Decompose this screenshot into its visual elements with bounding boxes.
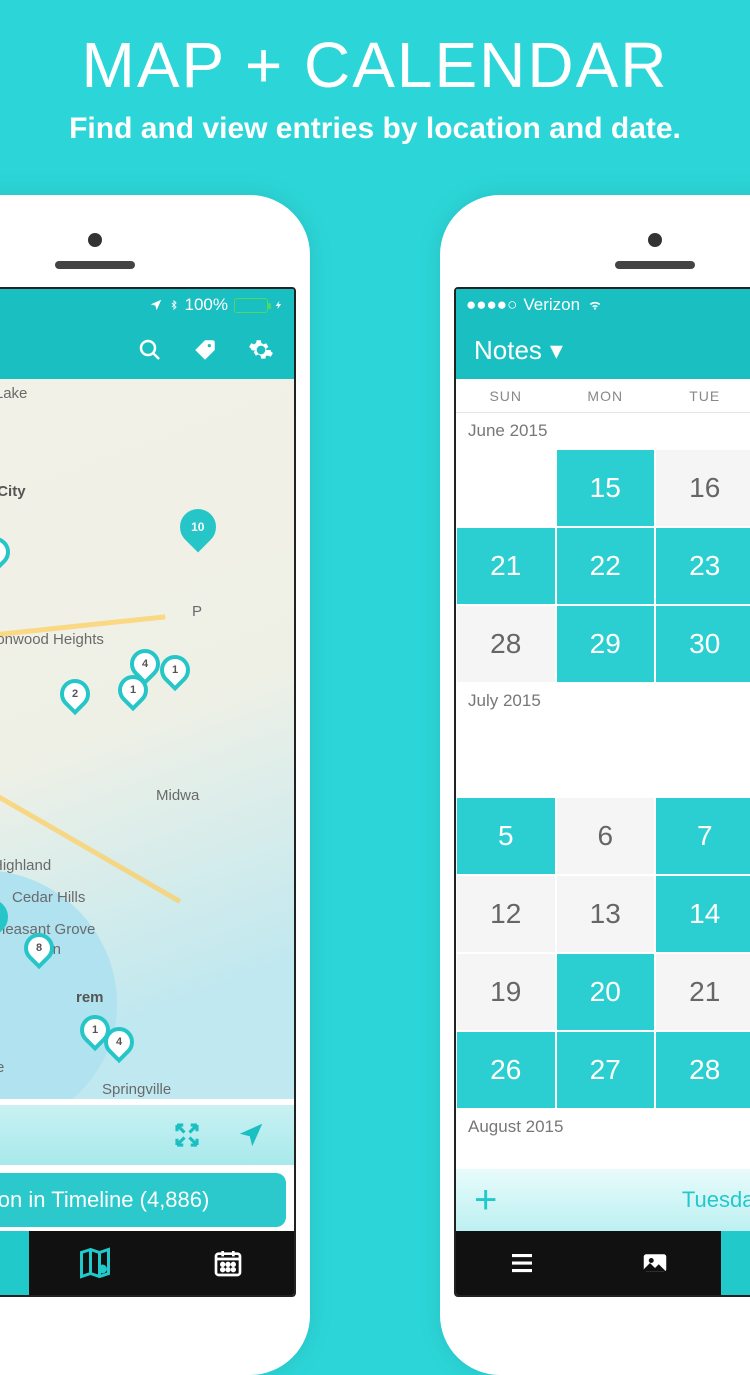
tab-calendar[interactable] xyxy=(161,1231,294,1295)
battery-percent: 100% xyxy=(185,295,228,315)
view-region-timeline-button[interactable]: gion in Timeline (4,886) xyxy=(0,1173,286,1227)
tab-map[interactable] xyxy=(29,1231,162,1295)
calendar-day[interactable]: 20 xyxy=(556,953,656,1031)
calendar-day xyxy=(655,719,750,797)
calendar-day[interactable]: 6 xyxy=(556,797,656,875)
calendar-day[interactable]: 27 xyxy=(556,1031,656,1109)
location-arrow-icon xyxy=(149,298,163,312)
gear-icon[interactable] xyxy=(248,337,274,363)
tab-list[interactable] xyxy=(456,1231,589,1295)
timeline-button-label: gion in Timeline (4,886) xyxy=(0,1187,209,1213)
calendar-day[interactable]: 28 xyxy=(655,1031,750,1109)
weekday-label: SUN xyxy=(456,388,556,404)
phone-mockup-calendar: ●●●●○ Verizon 12:05 PM Notes ▾ SUNMONTUE… xyxy=(440,195,750,1375)
journal-name: Notes xyxy=(474,335,542,366)
calendar-day[interactable]: 30 xyxy=(655,605,750,683)
chevron-down-icon: ▾ xyxy=(550,335,563,366)
screen-calendar: ●●●●○ Verizon 12:05 PM Notes ▾ SUNMONTUE… xyxy=(454,287,750,1297)
screen-map: 2:48 PM 100% North Salt Lakeake CitySalt… xyxy=(0,287,296,1297)
expand-icon[interactable] xyxy=(172,1120,202,1150)
calendar-day[interactable]: 19 xyxy=(456,953,556,1031)
weekday-header: SUNMONTUEWED xyxy=(456,379,750,413)
nav-bar xyxy=(0,321,294,379)
calendar-day xyxy=(556,719,656,797)
calendar-day[interactable]: 15 xyxy=(556,449,656,527)
calendar-footer: + Tuesday, Jan. 2 xyxy=(456,1169,750,1231)
month-label: June 2015 xyxy=(456,413,750,449)
add-entry-button[interactable]: + xyxy=(474,1178,497,1223)
tag-icon[interactable] xyxy=(192,337,218,363)
tab-add[interactable] xyxy=(0,1231,29,1295)
weekday-label: MON xyxy=(556,388,656,404)
calendar-day xyxy=(456,719,556,797)
map-place-label: North Salt Lake xyxy=(0,385,27,402)
map-place-label: Highland xyxy=(0,857,51,874)
map-controls-bar xyxy=(0,1105,294,1165)
calendar-day[interactable]: 22 xyxy=(556,527,656,605)
promo-title: MAP + CALENDAR xyxy=(0,0,750,102)
calendar-day[interactable]: 23 xyxy=(655,527,750,605)
calendar-day[interactable]: 7 xyxy=(655,797,750,875)
search-icon[interactable] xyxy=(138,338,162,362)
map-place-label: ttonwood Heights xyxy=(0,631,104,648)
calendar-day[interactable]: 12 xyxy=(456,875,556,953)
calendar-day[interactable]: 29 xyxy=(556,605,656,683)
calendar-day xyxy=(456,449,556,527)
calendar-day[interactable]: 13 xyxy=(556,875,656,953)
journal-selector[interactable]: Notes ▾ xyxy=(456,321,750,379)
map-place-label: Midwa xyxy=(156,787,199,804)
selected-date-label[interactable]: Tuesday, Jan. 2 xyxy=(682,1187,750,1213)
wifi-icon xyxy=(586,298,604,312)
tab-bar xyxy=(0,1231,294,1295)
signal-dots-icon: ●●●●○ xyxy=(466,295,517,315)
tab-add[interactable] xyxy=(721,1231,750,1295)
tab-photos[interactable] xyxy=(589,1231,722,1295)
locate-icon[interactable] xyxy=(236,1120,266,1150)
bluetooth-icon xyxy=(169,297,179,313)
map-place-label: Utah Lake xyxy=(0,1059,4,1076)
calendar-day[interactable]: 26 xyxy=(456,1031,556,1109)
status-bar: ●●●●○ Verizon 12:05 PM xyxy=(456,289,750,321)
month-label: August 2015 xyxy=(456,1109,750,1145)
carrier-label: Verizon xyxy=(523,295,580,315)
charging-icon xyxy=(274,297,284,313)
map-place-label: rem xyxy=(76,989,104,1006)
weekday-label: TUE xyxy=(655,388,750,404)
calendar-day[interactable]: 16 xyxy=(655,449,750,527)
calendar-day[interactable]: 21 xyxy=(655,953,750,1031)
tab-bar xyxy=(456,1231,750,1295)
month-label: July 2015 xyxy=(456,683,750,719)
map-pin[interactable]: 1 xyxy=(154,649,196,691)
map-place-label: P xyxy=(192,603,202,620)
calendar-scroll[interactable]: June 201515161721222324282930July 201515… xyxy=(456,413,750,1173)
status-bar: 2:48 PM 100% xyxy=(0,289,294,321)
map-place-label: ake City xyxy=(0,483,26,500)
map-view[interactable]: North Salt Lakeake CitySaltvillettonwood… xyxy=(0,379,294,1099)
map-place-label: Cedar Hills xyxy=(12,889,85,906)
map-place-label: Springville xyxy=(102,1081,171,1098)
calendar-day[interactable]: 14 xyxy=(655,875,750,953)
phone-mockup-map: 2:48 PM 100% North Salt Lakeake CitySalt… xyxy=(0,195,310,1375)
map-pin[interactable]: 10 xyxy=(173,502,224,553)
calendar-day[interactable]: 28 xyxy=(456,605,556,683)
map-pin[interactable]: 2 xyxy=(54,673,96,715)
map-pin[interactable]: 4 xyxy=(0,531,16,573)
calendar-day[interactable]: 21 xyxy=(456,527,556,605)
promo-subtitle: Find and view entries by location and da… xyxy=(0,112,750,146)
battery-icon xyxy=(234,298,268,313)
calendar-day[interactable]: 5 xyxy=(456,797,556,875)
